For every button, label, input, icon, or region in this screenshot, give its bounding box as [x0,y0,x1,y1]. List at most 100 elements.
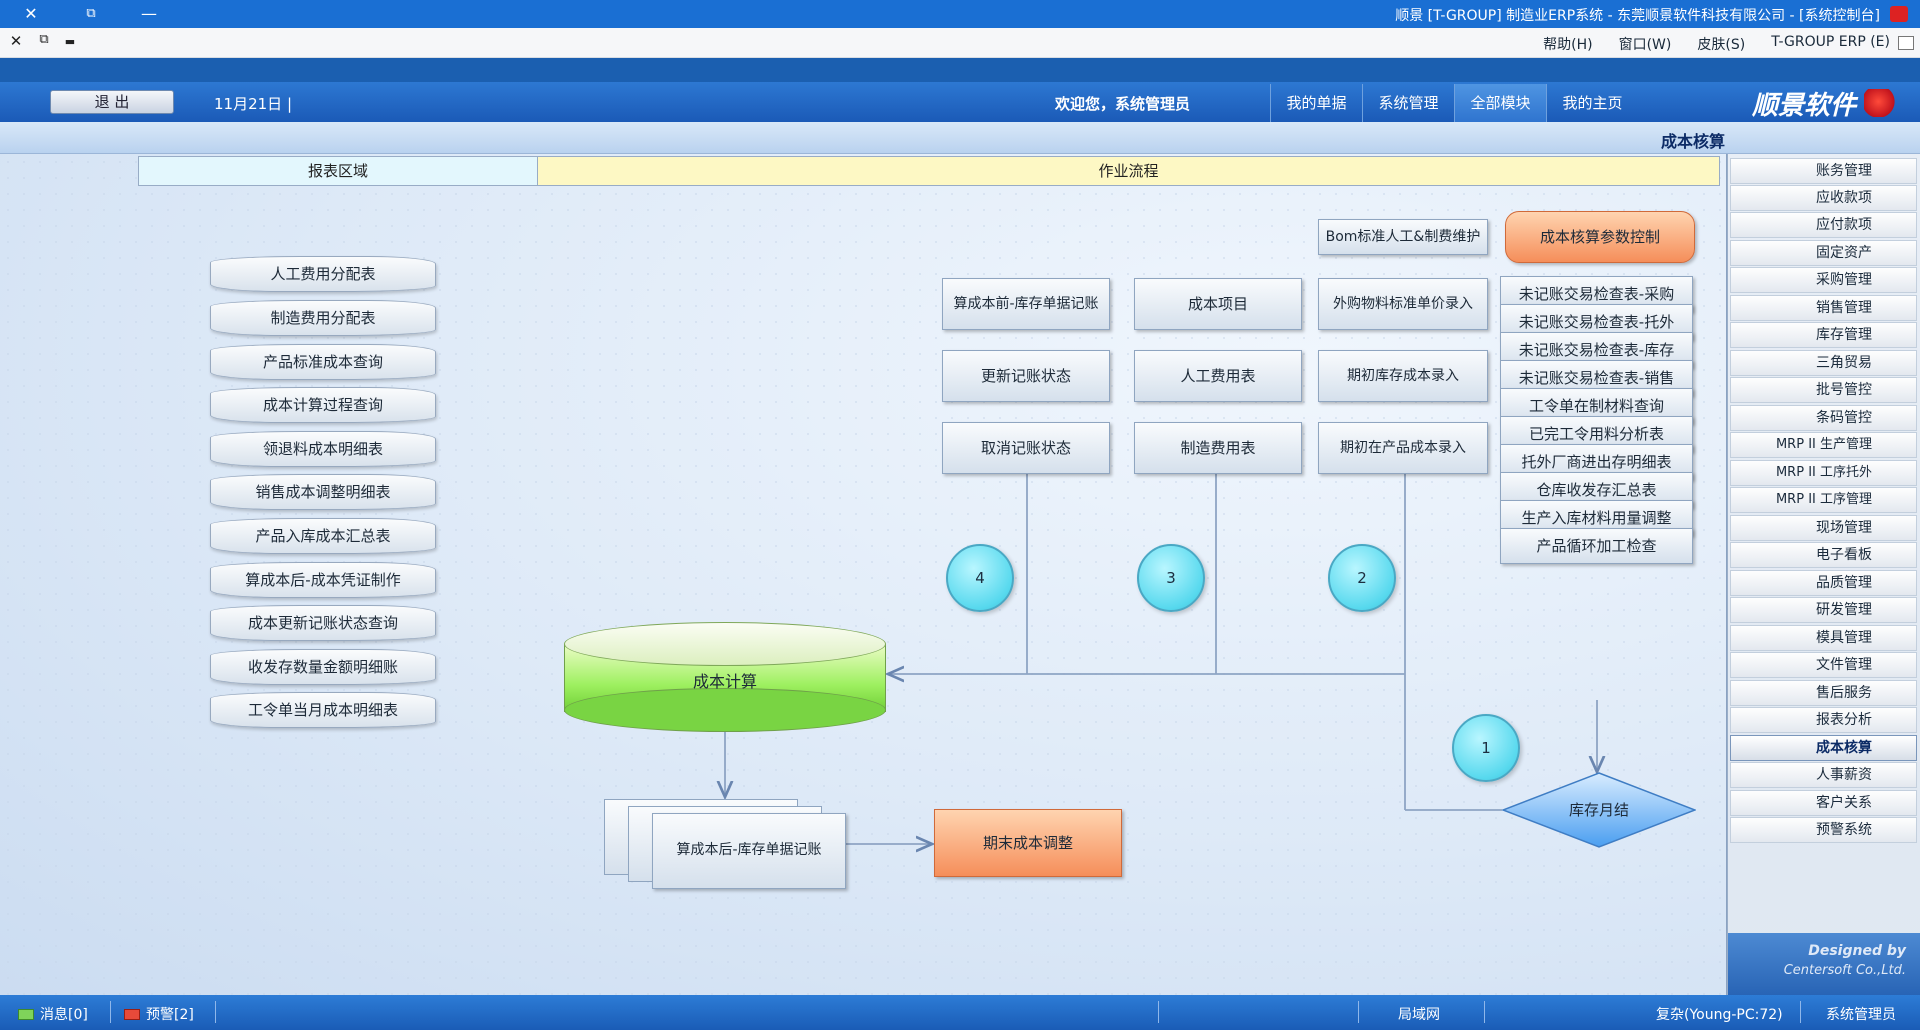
bom-labor-overhead-button[interactable]: Bom标准人工&制费维护 [1318,219,1488,255]
report-item-9[interactable]: 成本更新记账状态查询 [210,605,436,641]
cylinder-bottom [564,688,886,732]
purchase-std-price-entry-button[interactable]: 外购物料标准单价录入 [1318,278,1488,330]
status-messages[interactable]: 消息[0] [18,1004,88,1024]
status-network: 局域网 [1398,1007,1440,1023]
minimize-window-button[interactable]: — [126,0,172,28]
status-separator [110,1001,111,1023]
sidebar-item-barcode-control[interactable]: 条码管控 [1730,405,1917,431]
restore-window-button[interactable]: ⧉ [68,0,114,28]
stock-month-end-label: 库存月结 [1568,801,1629,819]
report-item-11[interactable]: 工令单当月成本明细表 [210,692,436,728]
tab-my-home[interactable]: 我的主页 [1546,84,1638,122]
step-bullet-2: 2 [1328,544,1396,612]
sidebar-item-cost-accounting[interactable]: 成本核算 [1730,735,1917,761]
sidebar-item-crm[interactable]: 客户关系 [1730,790,1917,816]
restore-child-button[interactable]: ⧉ [34,32,54,47]
sidebar-item-fixed-assets[interactable]: 固定资产 [1730,240,1917,266]
tab-all-modules[interactable]: 全部模块 [1454,84,1546,122]
close-child-button[interactable]: ✕ [6,32,26,50]
menu-help[interactable]: 帮助(H) [1543,34,1592,54]
manufacturing-expense-button[interactable]: 制造费用表 [1134,422,1302,474]
post-cost-stock-posting-button[interactable]: 算成本后-库存单据记账 [604,799,846,891]
step-bullet-4: 4 [946,544,1014,612]
close-window-button[interactable]: ✕ [8,0,54,28]
credit-line-2: Centersoft Co.,Ltd. [1783,963,1906,978]
sidebar-item-report-analysis[interactable]: 报表分析 [1730,707,1917,733]
module-title-bar: 成本核算 [0,122,1920,154]
step-bullet-3: 3 [1137,544,1205,612]
sidebar-item-batch-control[interactable]: 批号管控 [1730,377,1917,403]
report-item-7[interactable]: 产品入库成本汇总表 [210,518,436,554]
cost-calculation-button[interactable]: 成本计算 [564,622,886,732]
report-item-8[interactable]: 算成本后-成本凭证制作 [210,562,436,598]
sidebar-item-purchasing[interactable]: 采购管理 [1730,267,1917,293]
report-item-3[interactable]: 产品标准成本查询 [210,344,436,380]
sidebar-item-hr-payroll[interactable]: 人事薪资 [1730,762,1917,788]
menu-list: 帮助(H) 窗口(W) 皮肤(S) T-GROUP ERP (E) [1543,34,1890,54]
cost-param-control-button[interactable]: 成本核算参数控制 [1505,211,1695,263]
menu-bar: ✕ ⧉ ▬ 帮助(H) 窗口(W) 皮肤(S) T-GROUP ERP (E) [0,28,1920,58]
sidebar-item-alert-system[interactable]: 预警系统 [1730,817,1917,843]
sidebar-item-receivables[interactable]: 应收款项 [1730,185,1917,211]
sidebar-item-documents[interactable]: 文件管理 [1730,652,1917,678]
status-alerts[interactable]: 预警[2] [124,1004,194,1024]
sidebar-item-mold[interactable]: 模具管理 [1730,625,1917,651]
report-item-5[interactable]: 领退料成本明细表 [210,431,436,467]
sidebar-item-mrp-process[interactable]: MRP II 工序管理 [1730,487,1917,513]
check-item-10[interactable]: 产品循环加工检查 [1500,528,1693,564]
tab-system-management[interactable]: 系统管理 [1362,84,1454,122]
report-item-6[interactable]: 销售成本调整明细表 [210,474,436,510]
sidebar-item-triangle-trade[interactable]: 三角贸易 [1730,350,1917,376]
sidebar-item-inventory[interactable]: 库存管理 [1730,322,1917,348]
main-tabs: 我的单据 系统管理 全部模块 我的主页 [1270,84,1638,122]
title-bar: ✕ ⧉ — 顺景 [T-GROUP] 制造业ERP系统 - 东莞顺景软件科技有限… [0,0,1920,28]
opening-stock-cost-entry-button[interactable]: 期初库存成本录入 [1318,350,1488,402]
cost-calculation-label: 成本计算 [692,672,757,691]
sidebar-item-sales[interactable]: 销售管理 [1730,295,1917,321]
menu-skin[interactable]: 皮肤(S) [1697,34,1745,54]
status-separator [215,1001,216,1023]
report-item-2[interactable]: 制造费用分配表 [210,300,436,336]
report-item-1[interactable]: 人工费用分配表 [210,256,436,292]
status-separator [1358,1001,1359,1023]
sidebar-item-payables[interactable]: 应付款项 [1730,212,1917,238]
logout-button[interactable]: 退 出 [50,90,174,114]
brand-logo-icon [1864,89,1900,117]
sidebar-item-rnd[interactable]: 研发管理 [1730,597,1917,623]
envelope-icon [18,1009,34,1020]
sidebar-item-accounting[interactable]: 账务管理 [1730,158,1917,184]
opening-wip-cost-entry-button[interactable]: 期初在产品成本录入 [1318,422,1488,474]
status-user: 系统管理员 [1826,1007,1896,1023]
tab-my-documents[interactable]: 我的单据 [1270,84,1362,122]
menu-window[interactable]: 窗口(W) [1619,34,1672,54]
update-posting-status-button[interactable]: 更新记账状态 [942,350,1110,402]
app-menu-icon[interactable] [1898,36,1914,50]
sidebar-item-shopfloor[interactable]: 现场管理 [1730,515,1917,541]
report-item-10[interactable]: 收发存数量金额明细账 [210,649,436,685]
sidebar-item-after-sales[interactable]: 售后服务 [1730,680,1917,706]
window-title: 顺景 [T-GROUP] 制造业ERP系统 - 东莞顺景软件科技有限公司 - [… [1395,8,1880,24]
sidebar-item-quality[interactable]: 品质管理 [1730,570,1917,596]
status-separator [1800,1001,1801,1023]
credit-line-1: Designed by [1808,943,1906,959]
menu-erp[interactable]: T-GROUP ERP (E) [1771,34,1890,54]
sidebar-item-mrp-production[interactable]: MRP II 生产管理 [1730,432,1917,458]
brand-name: 顺景软件 [1751,90,1856,121]
cancel-posting-status-button[interactable]: 取消记账状态 [942,422,1110,474]
sidebar-item-mrp-outsourcing[interactable]: MRP II 工序托外 [1730,460,1917,486]
period-end-cost-adjust-button[interactable]: 期末成本调整 [934,809,1122,877]
app-logo-icon [1890,6,1908,22]
stock-month-end-button[interactable]: 库存月结 [1502,772,1696,848]
status-separator [1158,1001,1159,1023]
status-server: 复杂(Young-PC:72) [1656,1007,1783,1023]
minimize-child-button[interactable]: ▬ [60,35,80,48]
navigation-band: 退 出 11月21日 | 欢迎您，系统管理员 我的单据 系统管理 全部模块 我的… [0,82,1920,122]
post-cost-stock-posting-label: 算成本后-库存单据记账 [676,842,822,858]
pre-cost-stock-posting-button[interactable]: 算成本前-库存单据记账 [942,278,1110,330]
labor-expense-button[interactable]: 人工费用表 [1134,350,1302,402]
header-strip [0,58,1920,82]
sidebar-item-e-board[interactable]: 电子看板 [1730,542,1917,568]
cost-items-button[interactable]: 成本项目 [1134,278,1302,330]
status-messages-label: 消息[0] [40,1007,88,1023]
report-item-4[interactable]: 成本计算过程查询 [210,387,436,423]
